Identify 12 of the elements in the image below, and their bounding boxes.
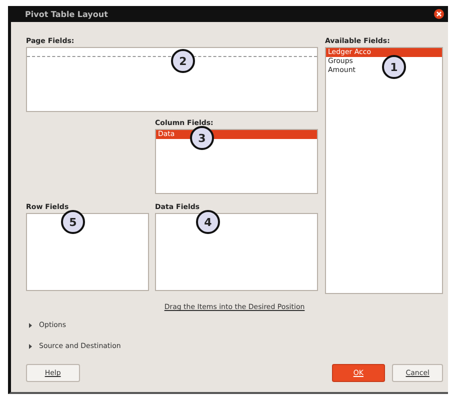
number-callout: 5 [61,210,85,234]
caret-right-icon[interactable] [28,322,33,328]
window-title: Pivot Table Layout [25,10,108,18]
number-callout: 3 [190,126,214,150]
number-callout: 2 [171,49,195,73]
data-fields-area[interactable]: 4 [155,213,318,291]
number-callout: 1 [382,55,406,79]
close-icon[interactable] [434,9,444,19]
page-fields-area[interactable]: 2 [26,47,318,112]
caret-right-icon[interactable] [28,344,33,348]
number-callout: 4 [196,210,220,234]
row-fields-area[interactable]: 5 [26,213,149,291]
